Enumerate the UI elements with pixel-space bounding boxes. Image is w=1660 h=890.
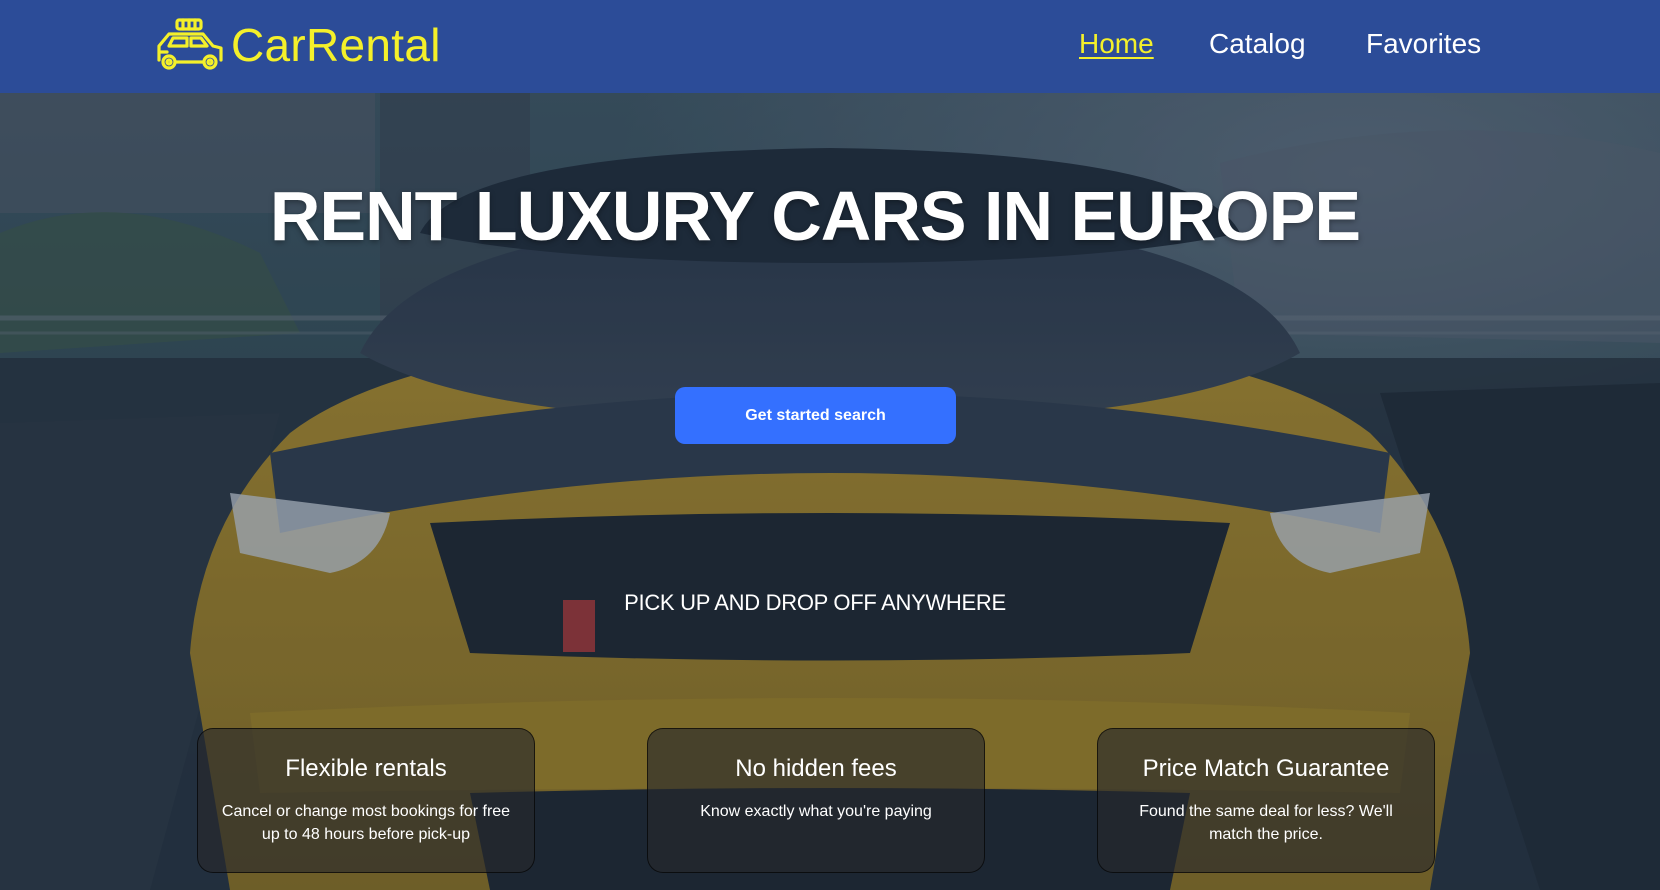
feature-card-flexible-rentals: Flexible rentals Cancel or change most b… (197, 728, 535, 873)
nav-home[interactable]: Home (1079, 28, 1154, 60)
feature-card-title: No hidden fees (735, 755, 897, 782)
hero-subtitle: PICK UP AND DROP OFF ANYWHERE (624, 590, 1006, 615)
hero-title: RENT LUXURY CARS IN EUROPE (269, 177, 1361, 255)
feature-card-title: Flexible rentals (285, 755, 447, 782)
feature-card-text: Know exactly what you're paying (700, 803, 932, 820)
feature-card-text: Cancel or change most bookings for free … (221, 803, 511, 843)
get-started-search-button[interactable]: Get started search (675, 387, 956, 444)
main-nav: Home Catalog Favorites (0, 28, 1660, 68)
site-header: CarRental Home Catalog Favorites (0, 0, 1660, 93)
feature-card-no-hidden-fees: No hidden fees Know exactly what you're … (647, 728, 985, 873)
hero-section: RENT LUXURY CARS IN EUROPE Get started s… (0, 93, 1660, 890)
nav-favorites[interactable]: Favorites (1366, 28, 1481, 60)
nav-catalog[interactable]: Catalog (1209, 28, 1306, 60)
feature-card-text: Found the same deal for less? We'll matc… (1139, 803, 1393, 843)
feature-card-title: Price Match Guarantee (1142, 755, 1390, 782)
feature-card-price-match: Price Match Guarantee Found the same dea… (1097, 728, 1435, 873)
feature-cards: Flexible rentals Cancel or change most b… (0, 728, 1660, 873)
